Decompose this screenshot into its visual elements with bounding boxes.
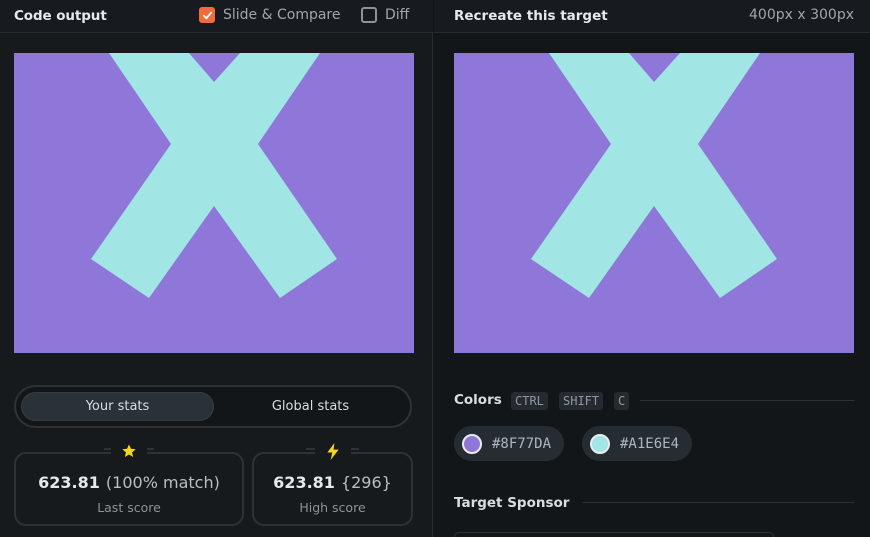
target-sponsor-title: Target Sponsor bbox=[454, 495, 570, 511]
code-output-title: Code output bbox=[14, 8, 107, 24]
diff-label: Diff bbox=[385, 7, 410, 23]
sponsor-divider bbox=[582, 502, 854, 503]
checkmark-icon bbox=[202, 11, 212, 19]
high-score-count: {296} bbox=[340, 473, 392, 492]
target-dimensions: 400px x 300px bbox=[749, 7, 854, 23]
target-title: Recreate this target bbox=[454, 8, 608, 24]
high-score-value-line: 623.81 {296} bbox=[254, 473, 411, 492]
color-hex-2: #A1E6E4 bbox=[620, 435, 680, 452]
high-score-label: High score bbox=[299, 500, 366, 515]
output-render bbox=[14, 53, 414, 353]
last-score-value-line: 623.81 (100% match) bbox=[16, 473, 242, 492]
last-score-match: (100% match) bbox=[105, 473, 220, 492]
color-hex-1: #8F77DA bbox=[492, 435, 552, 452]
shortcut-key-ctrl: CTRL bbox=[511, 392, 548, 410]
color-dot-1 bbox=[462, 433, 482, 454]
code-output-header: Code output Slide & Compare Diff bbox=[0, 0, 433, 33]
diff-toggle[interactable]: Diff bbox=[361, 7, 409, 23]
target-preview bbox=[454, 53, 854, 353]
shortcut-key-c: C bbox=[614, 392, 630, 410]
code-output-panel: Code output Slide & Compare Diff Your st… bbox=[0, 0, 433, 537]
slide-compare-checkbox[interactable] bbox=[199, 7, 215, 23]
star-icon bbox=[111, 440, 147, 462]
high-score-value: 623.81 bbox=[273, 473, 335, 492]
slide-compare-toggle[interactable]: Slide & Compare bbox=[199, 7, 341, 23]
stats-tab-switch: Your stats Global stats bbox=[14, 385, 412, 428]
last-score-value: 623.81 bbox=[38, 473, 100, 492]
last-score-card: 623.81 (100% match) Last score bbox=[14, 440, 244, 526]
target-header: Recreate this target 400px x 300px bbox=[434, 0, 870, 33]
color-dot-2 bbox=[590, 433, 610, 454]
lightning-icon bbox=[314, 440, 351, 462]
colors-title: Colors bbox=[454, 392, 502, 408]
last-score-label: Last score bbox=[97, 500, 161, 515]
code-output-preview[interactable] bbox=[14, 53, 414, 353]
colors-divider bbox=[640, 400, 854, 401]
color-swatch-1[interactable]: #8F77DA bbox=[454, 426, 565, 461]
slide-compare-label: Slide & Compare bbox=[223, 7, 341, 23]
high-score-card: 623.81 {296} High score bbox=[252, 440, 413, 526]
tab-global-stats[interactable]: Global stats bbox=[214, 392, 407, 421]
target-render bbox=[454, 53, 854, 353]
sponsor-box[interactable] bbox=[454, 532, 774, 537]
diff-checkbox[interactable] bbox=[361, 7, 377, 23]
color-swatch-2[interactable]: #A1E6E4 bbox=[582, 426, 693, 461]
tab-your-stats[interactable]: Your stats bbox=[21, 392, 214, 421]
shortcut-key-shift: SHIFT bbox=[559, 392, 604, 410]
